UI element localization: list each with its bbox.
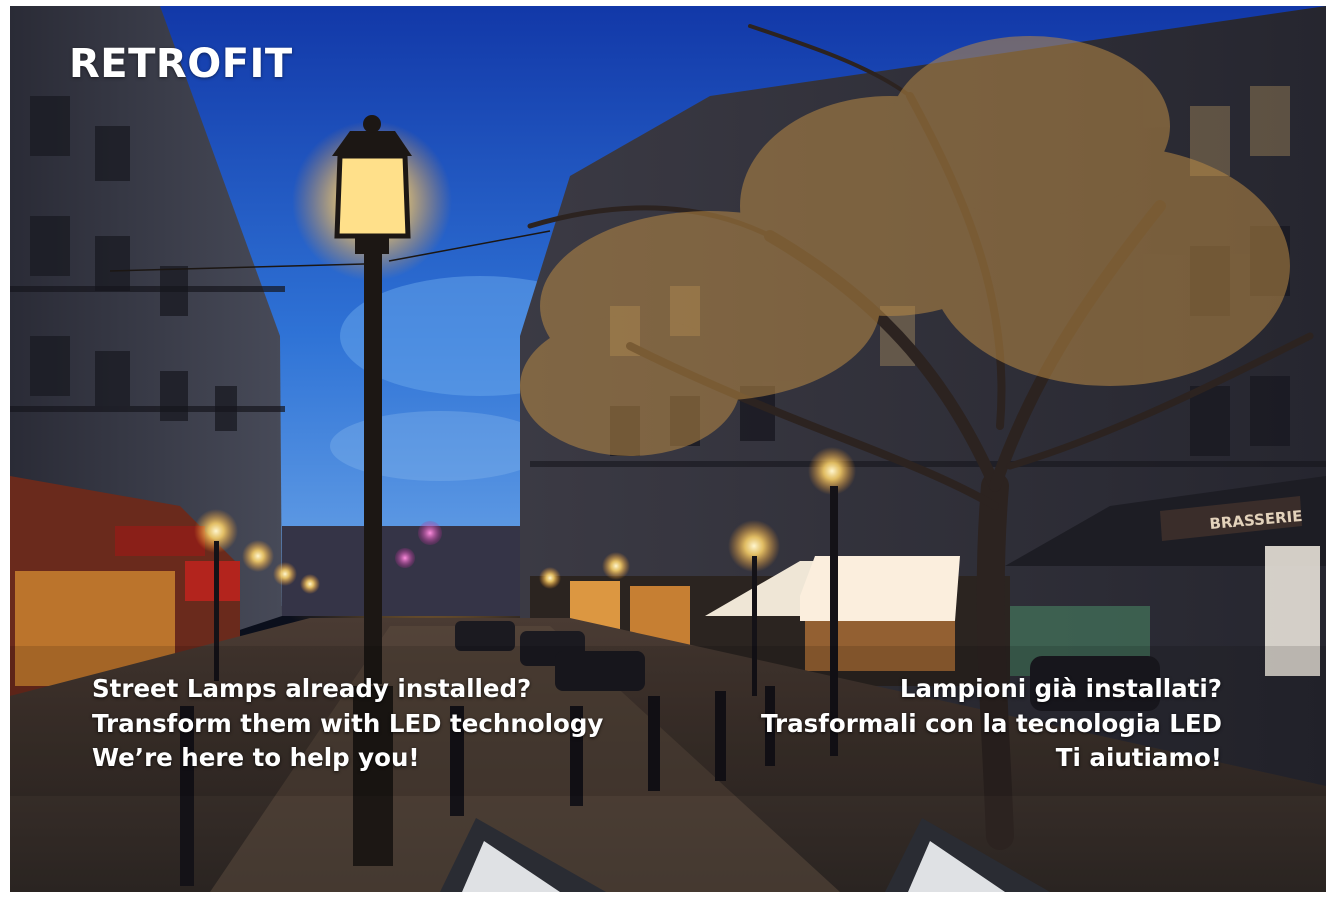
photo-banner: BRASSERIE RETROFIT Street Lamps already … (10, 6, 1326, 892)
caption-it-line-1: Lampioni già installati? (899, 674, 1222, 703)
page-title: RETROFIT (69, 41, 293, 87)
caption-it-line-2: Trasformali con la tecnologia LED (760, 708, 1222, 738)
caption-en-line-2: Transform them with LED technology (92, 708, 604, 738)
caption-english: Street Lamps already installed? Transfor… (92, 672, 603, 776)
caption-en-line-3: We’re here to help you! (92, 743, 420, 772)
caption-en-line-1: Street Lamps already installed? (92, 674, 532, 703)
caption-it-line-3: Ti aiutiamo! (1055, 743, 1222, 772)
caption-italian: Lampioni già installati? Trasformali con… (761, 672, 1222, 776)
